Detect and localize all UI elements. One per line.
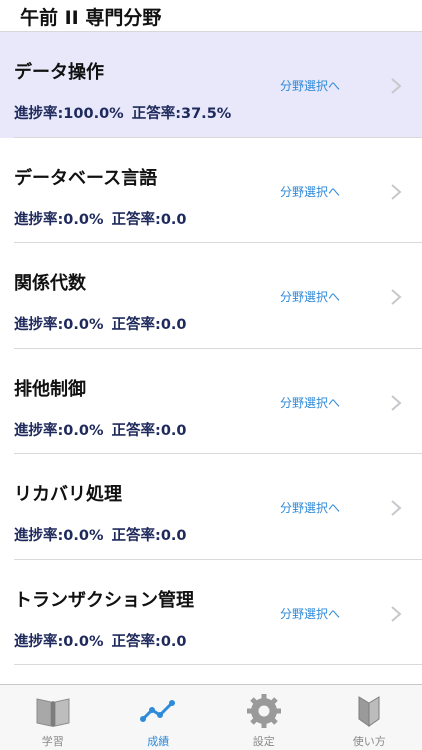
chart-line-icon (140, 700, 176, 722)
progress-rate: 進捗率:0.0% (14, 317, 104, 333)
list-item-recovery[interactable]: リカバリ処理 分野選択へ 進捗率:0.0% 正答率:0.0 (0, 454, 422, 560)
list-item-stats: 進捗率:0.0% 正答率:0.0 (14, 524, 187, 545)
list-item-stats: 進捗率:0.0% 正答率:0.0 (14, 208, 187, 229)
list-item-stats: 進捗率:0.0% 正答率:0.0 (14, 630, 187, 651)
list-item-title: データベース言語 (14, 167, 158, 189)
list-item-stats: 進捗率:100.0% 正答率:37.5% (14, 102, 231, 123)
list-item-title: 排他制御 (14, 378, 86, 400)
navigation-header: 午前 II 専門分野 (0, 0, 422, 32)
list-item-title: リカバリ処理 (14, 484, 122, 505)
list-item-relational-algebra[interactable]: 関係代数 分野選択へ 進捗率:0.0% 正答率:0.0 (0, 243, 422, 349)
progress-rate: 進捗率:0.0% (14, 211, 104, 228)
select-category-link[interactable]: 分野選択へ (280, 183, 340, 200)
select-category-link[interactable]: 分野選択へ (280, 499, 340, 516)
progress-rate: 進捗率:0.0% (14, 422, 104, 439)
chevron-right-icon (391, 605, 402, 622)
progress-rate: 進捗率:100.0% (14, 106, 124, 122)
tab-settings[interactable]: 設定 (211, 685, 317, 750)
select-category-link[interactable]: 分野選択へ (280, 605, 340, 622)
list-item-title: データ操作 (14, 62, 104, 83)
chevron-right-icon (391, 78, 402, 94)
page-title: 午前 II 専門分野 (20, 7, 162, 29)
chevron-right-icon (391, 500, 402, 516)
chevron-right-icon (391, 183, 402, 200)
tab-bar: 学習 成績 設定 使い方 (0, 684, 422, 750)
tab-study[interactable]: 学習 (0, 685, 106, 750)
list-item-stats: 進捗率:0.0% 正答率:0.0 (14, 313, 187, 334)
accuracy-rate: 正答率:37.5% (131, 106, 232, 122)
tab-results[interactable]: 成績 (106, 685, 212, 750)
list-item-stats: 進捗率:0.0% 正答率:0.0 (14, 419, 187, 440)
progress-rate: 進捗率:0.0% (14, 528, 104, 544)
list-item-database-language[interactable]: データベース言語 分野選択へ 進捗率:0.0% 正答率:0.0 (0, 137, 422, 243)
accuracy-rate: 正答率:0.0 (111, 211, 187, 228)
select-category-link[interactable]: 分野選択へ (280, 394, 340, 411)
list-item-data-manipulation[interactable]: データ操作 分野選択へ 進捗率:100.0% 正答率:37.5% (0, 32, 422, 138)
list-item-transaction-management[interactable]: トランザクション管理 分野選択へ 進捗率:0.0% 正答率:0.0 (0, 559, 422, 665)
tab-label: 学習 (41, 735, 64, 748)
select-category-link[interactable]: 分野選択へ (280, 288, 340, 305)
tab-label: 使い方 (352, 735, 386, 748)
gear-icon (246, 694, 281, 728)
category-list: データ操作 分野選択へ 進捗率:100.0% 正答率:37.5% データベース言語… (0, 32, 422, 665)
accuracy-rate: 正答率:0.0 (111, 633, 187, 650)
list-item-title: 関係代数 (14, 273, 86, 294)
list-item-exclusive-control[interactable]: 排他制御 分野選択へ 進捗率:0.0% 正答率:0.0 (0, 348, 422, 454)
chevron-right-icon (391, 289, 402, 305)
accuracy-rate: 正答率:0.0 (111, 317, 187, 333)
select-category-link[interactable]: 分野選択へ (280, 77, 340, 94)
accuracy-rate: 正答率:0.0 (111, 422, 187, 439)
beginner-mark-icon (358, 696, 380, 727)
list-item-title: トランザクション管理 (14, 589, 194, 611)
book-icon (36, 698, 70, 727)
chevron-right-icon (391, 394, 402, 411)
accuracy-rate: 正答率:0.0 (111, 528, 187, 544)
progress-rate: 進捗率:0.0% (14, 633, 104, 650)
tab-how-to-use[interactable]: 使い方 (317, 685, 422, 750)
tab-label: 設定 (252, 735, 275, 748)
tab-label: 成績 (147, 735, 170, 748)
